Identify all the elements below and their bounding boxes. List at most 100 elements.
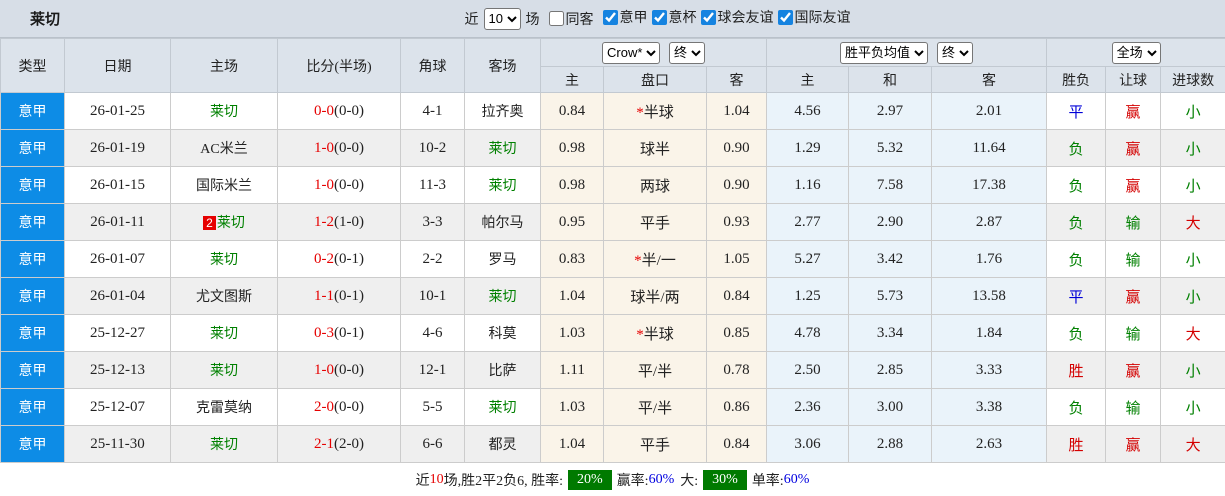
home-team[interactable]: 莱切 (170, 314, 278, 352)
corner-score: 4-6 (400, 314, 465, 352)
avg-home-odds: 3.06 (766, 425, 850, 463)
away-team[interactable]: 科莫 (464, 314, 541, 352)
goals-outcome: 小 (1160, 277, 1225, 315)
league-badge[interactable]: 意甲 (0, 203, 65, 241)
away-team[interactable]: 莱切 (464, 129, 541, 167)
avg-draw-odds: 7.58 (848, 166, 933, 204)
score[interactable]: 1-0(0-0) (277, 166, 401, 204)
avg-home-odds: 1.25 (766, 277, 850, 315)
avg-draw-odds: 3.42 (848, 240, 933, 278)
league-badge[interactable]: 意甲 (0, 129, 65, 167)
avg-time-select[interactable]: 终 (937, 41, 974, 64)
score[interactable]: 0-0(0-0) (277, 92, 401, 130)
win-rate-badge: 20% (568, 469, 612, 490)
away-team[interactable]: 帕尔马 (464, 203, 541, 241)
same-away-filter[interactable]: 同客 (548, 9, 594, 29)
page-title: 莱切 (30, 12, 61, 28)
table-row: 意甲 25-12-07 克雷莫纳 2-0(0-0) 5-5 莱切 1.03 平/半 0.86 2.… (0, 388, 1225, 426)
away-team[interactable]: 莱切 (464, 388, 541, 426)
half-time-score: (0-1) (334, 324, 364, 341)
league-badge[interactable]: 意甲 (0, 314, 65, 352)
match-date: 26-01-04 (64, 277, 171, 315)
same-away-checkbox[interactable] (548, 11, 564, 26)
corner-score: 5-5 (400, 388, 465, 426)
avg-draw-odds: 5.73 (848, 277, 933, 315)
league-badge[interactable]: 意甲 (0, 277, 65, 315)
away-odds: 1.05 (705, 240, 768, 278)
league-filter-1[interactable]: 意杯 (651, 7, 697, 27)
home-team[interactable]: 莱切 (170, 425, 278, 463)
col-type: 类型 (0, 38, 65, 93)
league-badge[interactable]: 意甲 (0, 240, 65, 278)
col-result: 胜负 (1046, 66, 1107, 93)
avg-source-select[interactable]: 胜平负均值 (840, 41, 929, 64)
handicap-outcome: 赢 (1105, 351, 1162, 389)
away-odds: 0.84 (705, 277, 768, 315)
away-team[interactable]: 比萨 (464, 351, 541, 389)
avg-away-odds: 2.63 (931, 425, 1048, 463)
score[interactable]: 2-1(2-0) (277, 425, 401, 463)
handicap-rate-label: 赢率: (616, 473, 649, 489)
summary-count: 10 (429, 471, 444, 487)
odds-source-select[interactable]: Crow* (602, 41, 661, 64)
away-odds: 0.78 (705, 351, 768, 389)
corner-score: 11-3 (400, 166, 465, 204)
handicap-outcome: 输 (1105, 314, 1162, 352)
home-team[interactable]: 2 莱切 (170, 203, 278, 241)
home-odds: 1.04 (540, 425, 604, 463)
avg-away-odds: 1.76 (931, 240, 1048, 278)
score[interactable]: 1-1(0-1) (277, 277, 401, 315)
handicap-outcome: 输 (1105, 203, 1162, 241)
league-badge[interactable]: 意甲 (0, 351, 65, 389)
scope-select[interactable]: 全场 (1111, 41, 1161, 64)
home-team-name: 尤文图斯 (196, 290, 252, 305)
league-filter-checkbox[interactable] (777, 9, 793, 25)
league-badge[interactable]: 意甲 (0, 425, 65, 463)
league-filter-checkbox[interactable] (651, 9, 667, 25)
red-card-badge: 2 (203, 216, 216, 230)
score[interactable]: 0-2(0-1) (277, 240, 401, 278)
league-badge[interactable]: 意甲 (0, 166, 65, 204)
home-team[interactable]: 克雷莫纳 (170, 388, 278, 426)
league-filter-2[interactable]: 球会友谊 (700, 7, 774, 27)
home-team[interactable]: AC米兰 (170, 129, 278, 167)
league-filter-label: 国际友谊 (794, 11, 851, 27)
odds-time-select[interactable]: 终 (669, 41, 706, 64)
score[interactable]: 1-2(1-0) (277, 203, 401, 241)
home-team[interactable]: 莱切 (170, 351, 278, 389)
handicap-outcome: 赢 (1105, 277, 1162, 315)
league-badge[interactable]: 意甲 (0, 92, 65, 130)
score[interactable]: 2-0(0-0) (277, 388, 401, 426)
away-odds: 0.90 (705, 166, 768, 204)
col-odds-away: 客 (705, 66, 768, 93)
score[interactable]: 1-0(0-0) (277, 129, 401, 167)
handicap-outcome: 输 (1105, 388, 1162, 426)
league-filter-checkbox[interactable] (602, 9, 618, 25)
handicap-rate-value: 60% (648, 471, 675, 487)
score[interactable]: 0-3(0-1) (277, 314, 401, 352)
league-filter-checkbox[interactable] (700, 9, 716, 25)
league-filter-3[interactable]: 国际友谊 (777, 7, 851, 27)
league-badge[interactable]: 意甲 (0, 388, 65, 426)
away-team[interactable]: 莱切 (464, 166, 541, 204)
away-team[interactable]: 拉齐奥 (464, 92, 541, 130)
recent-count-select[interactable]: 10 (483, 7, 521, 30)
home-team[interactable]: 尤文图斯 (170, 277, 278, 315)
result-outcome: 负 (1046, 314, 1107, 352)
avg-draw-odds: 2.88 (848, 425, 933, 463)
home-team-name: 克雷莫纳 (196, 401, 252, 416)
home-team[interactable]: 国际米兰 (170, 166, 278, 204)
half-time-score: (0-1) (334, 287, 364, 304)
away-team[interactable]: 莱切 (464, 277, 541, 315)
home-team[interactable]: 莱切 (170, 240, 278, 278)
league-filter-0[interactable]: 意甲 (602, 7, 648, 27)
table-row: 意甲 25-11-30 莱切 2-1(2-0) 6-6 都灵 1.04 平手 0.84 3.06 2… (0, 425, 1225, 463)
goals-outcome: 小 (1160, 166, 1225, 204)
home-odds: 1.11 (540, 351, 604, 389)
score[interactable]: 1-0(0-0) (277, 351, 401, 389)
home-team[interactable]: 莱切 (170, 92, 278, 130)
goals-outcome: 大 (1160, 203, 1225, 241)
away-team[interactable]: 都灵 (464, 425, 541, 463)
away-team[interactable]: 罗马 (464, 240, 541, 278)
table-row: 意甲 26-01-25 莱切 0-0(0-0) 4-1 拉齐奥 0.84 *半球 1.04 4.5… (0, 92, 1225, 130)
